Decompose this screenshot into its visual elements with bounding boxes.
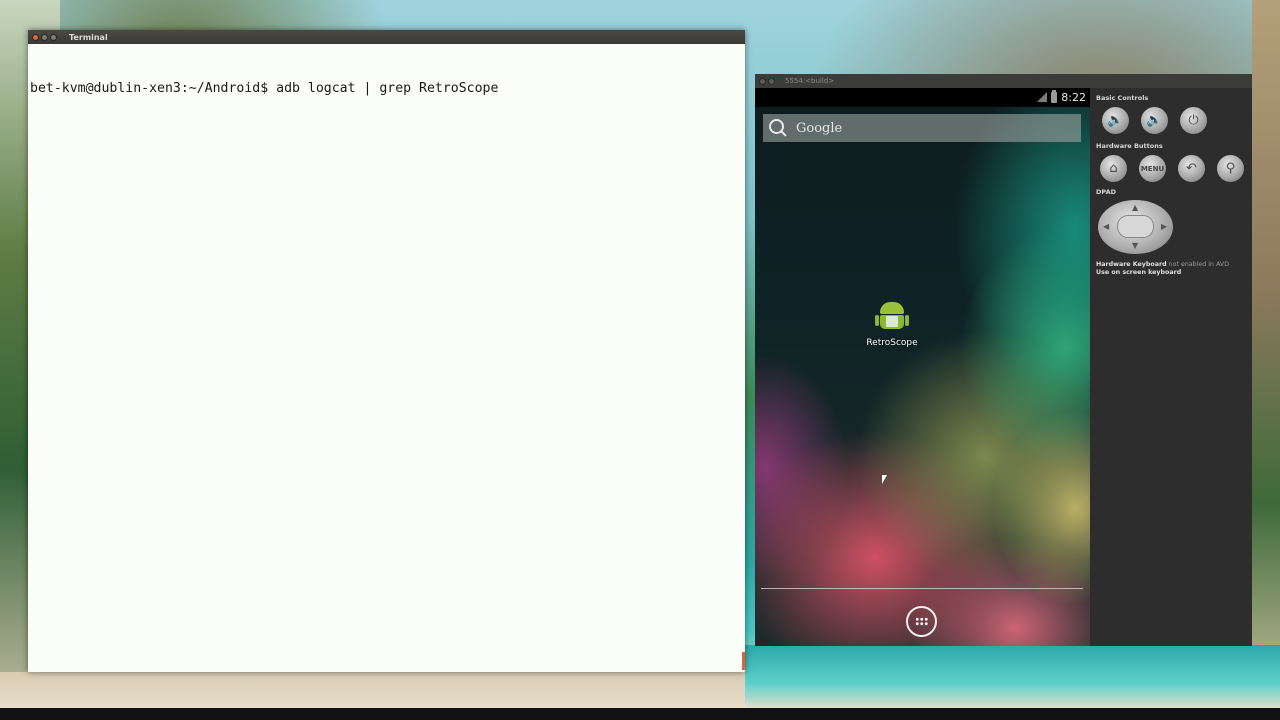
desktop-bottom-bar bbox=[0, 708, 1280, 720]
dpad-heading: DPAD bbox=[1096, 188, 1116, 196]
emulator-window[interactable]: 5554:<build> 8:22 Google RetroScope Basi… bbox=[755, 74, 1252, 646]
keyboard-hint: Use on screen keyboard bbox=[1096, 269, 1182, 276]
google-search-bar[interactable]: Google bbox=[763, 114, 1081, 142]
terminal-titlebar[interactable]: Terminal bbox=[28, 30, 745, 44]
home-button[interactable]: ⌂ bbox=[1100, 155, 1127, 182]
search-button[interactable]: ⚲ bbox=[1217, 155, 1244, 182]
wallpaper-beach bbox=[0, 672, 745, 710]
device-home-screen[interactable]: 8:22 Google RetroScope bbox=[755, 88, 1090, 646]
terminal-resize-edge bbox=[742, 652, 745, 670]
back-icon: ↶ bbox=[1186, 161, 1197, 176]
menu-button-label: MENU bbox=[1140, 164, 1165, 173]
status-clock: 8:22 bbox=[1061, 91, 1086, 104]
apps-grid-icon bbox=[915, 617, 928, 626]
volume-up-icon: 🔊 bbox=[1146, 113, 1163, 128]
dpad-left-icon[interactable]: ◀ bbox=[1103, 223, 1109, 231]
volume-down-button[interactable]: 🔈 bbox=[1102, 107, 1129, 134]
volume-down-icon: 🔈 bbox=[1107, 113, 1124, 128]
emulator-title: 5554:<build> bbox=[785, 77, 835, 85]
mouse-cursor bbox=[882, 475, 887, 484]
terminal-command-line: bet-kvm@dublin-xen3:~/Android$ adb logca… bbox=[30, 81, 499, 96]
emulator-controls-panel: Basic Controls 🔈 🔊 ⏻ Hardware Buttons ⌂ … bbox=[1090, 88, 1252, 646]
wallpaper-sea bbox=[745, 645, 1280, 710]
search-icon: ⚲ bbox=[1225, 161, 1236, 176]
dpad-down-icon[interactable]: ▼ bbox=[1132, 242, 1138, 250]
keyboard-note: Hardware Keyboard not enabled in AVD Use… bbox=[1096, 261, 1252, 277]
volume-up-button[interactable]: 🔊 bbox=[1141, 107, 1168, 134]
power-button[interactable]: ⏻ bbox=[1180, 107, 1207, 134]
power-icon: ⏻ bbox=[1188, 113, 1199, 128]
hardware-buttons-heading: Hardware Buttons bbox=[1096, 142, 1163, 150]
emulator-minimize-button[interactable] bbox=[768, 77, 775, 85]
app-label: RetroScope bbox=[866, 338, 918, 348]
basic-controls-heading: Basic Controls bbox=[1096, 94, 1149, 102]
keyboard-title: Hardware Keyboard bbox=[1096, 261, 1167, 268]
dpad-control[interactable]: ▲ ▼ ◀ ▶ bbox=[1098, 200, 1173, 254]
signal-icon bbox=[1036, 92, 1048, 103]
terminal-output[interactable]: bet-kvm@dublin-xen3:~/Android$ adb logca… bbox=[28, 44, 745, 133]
dpad-center-button[interactable] bbox=[1117, 215, 1154, 238]
back-button[interactable]: ↶ bbox=[1178, 155, 1205, 182]
terminal-title: Terminal bbox=[69, 32, 108, 42]
retroscope-app-shortcut[interactable]: RetroScope bbox=[862, 300, 922, 348]
home-icon: ⌂ bbox=[1109, 161, 1118, 176]
menu-button[interactable]: MENU bbox=[1139, 155, 1166, 182]
dock-divider bbox=[761, 588, 1083, 589]
minimize-window-button[interactable] bbox=[41, 33, 48, 41]
android-app-icon bbox=[875, 300, 909, 332]
search-icon bbox=[769, 119, 787, 137]
dpad-up-icon[interactable]: ▲ bbox=[1132, 204, 1138, 212]
search-bar-label: Google bbox=[796, 120, 843, 136]
maximize-window-button[interactable] bbox=[50, 33, 57, 41]
status-bar: 8:22 bbox=[755, 88, 1090, 107]
emulator-close-button[interactable] bbox=[759, 77, 766, 85]
wallpaper-cliff-right bbox=[1252, 0, 1280, 720]
terminal-window[interactable]: Terminal bet-kvm@dublin-xen3:~/Android$ … bbox=[28, 30, 745, 672]
all-apps-button[interactable] bbox=[906, 606, 937, 637]
dpad-right-icon[interactable]: ▶ bbox=[1161, 223, 1167, 231]
keyboard-status: not enabled in AVD bbox=[1168, 261, 1230, 268]
close-window-button[interactable] bbox=[32, 33, 39, 41]
emulator-titlebar[interactable]: 5554:<build> bbox=[755, 74, 1252, 88]
battery-icon bbox=[1051, 90, 1058, 103]
